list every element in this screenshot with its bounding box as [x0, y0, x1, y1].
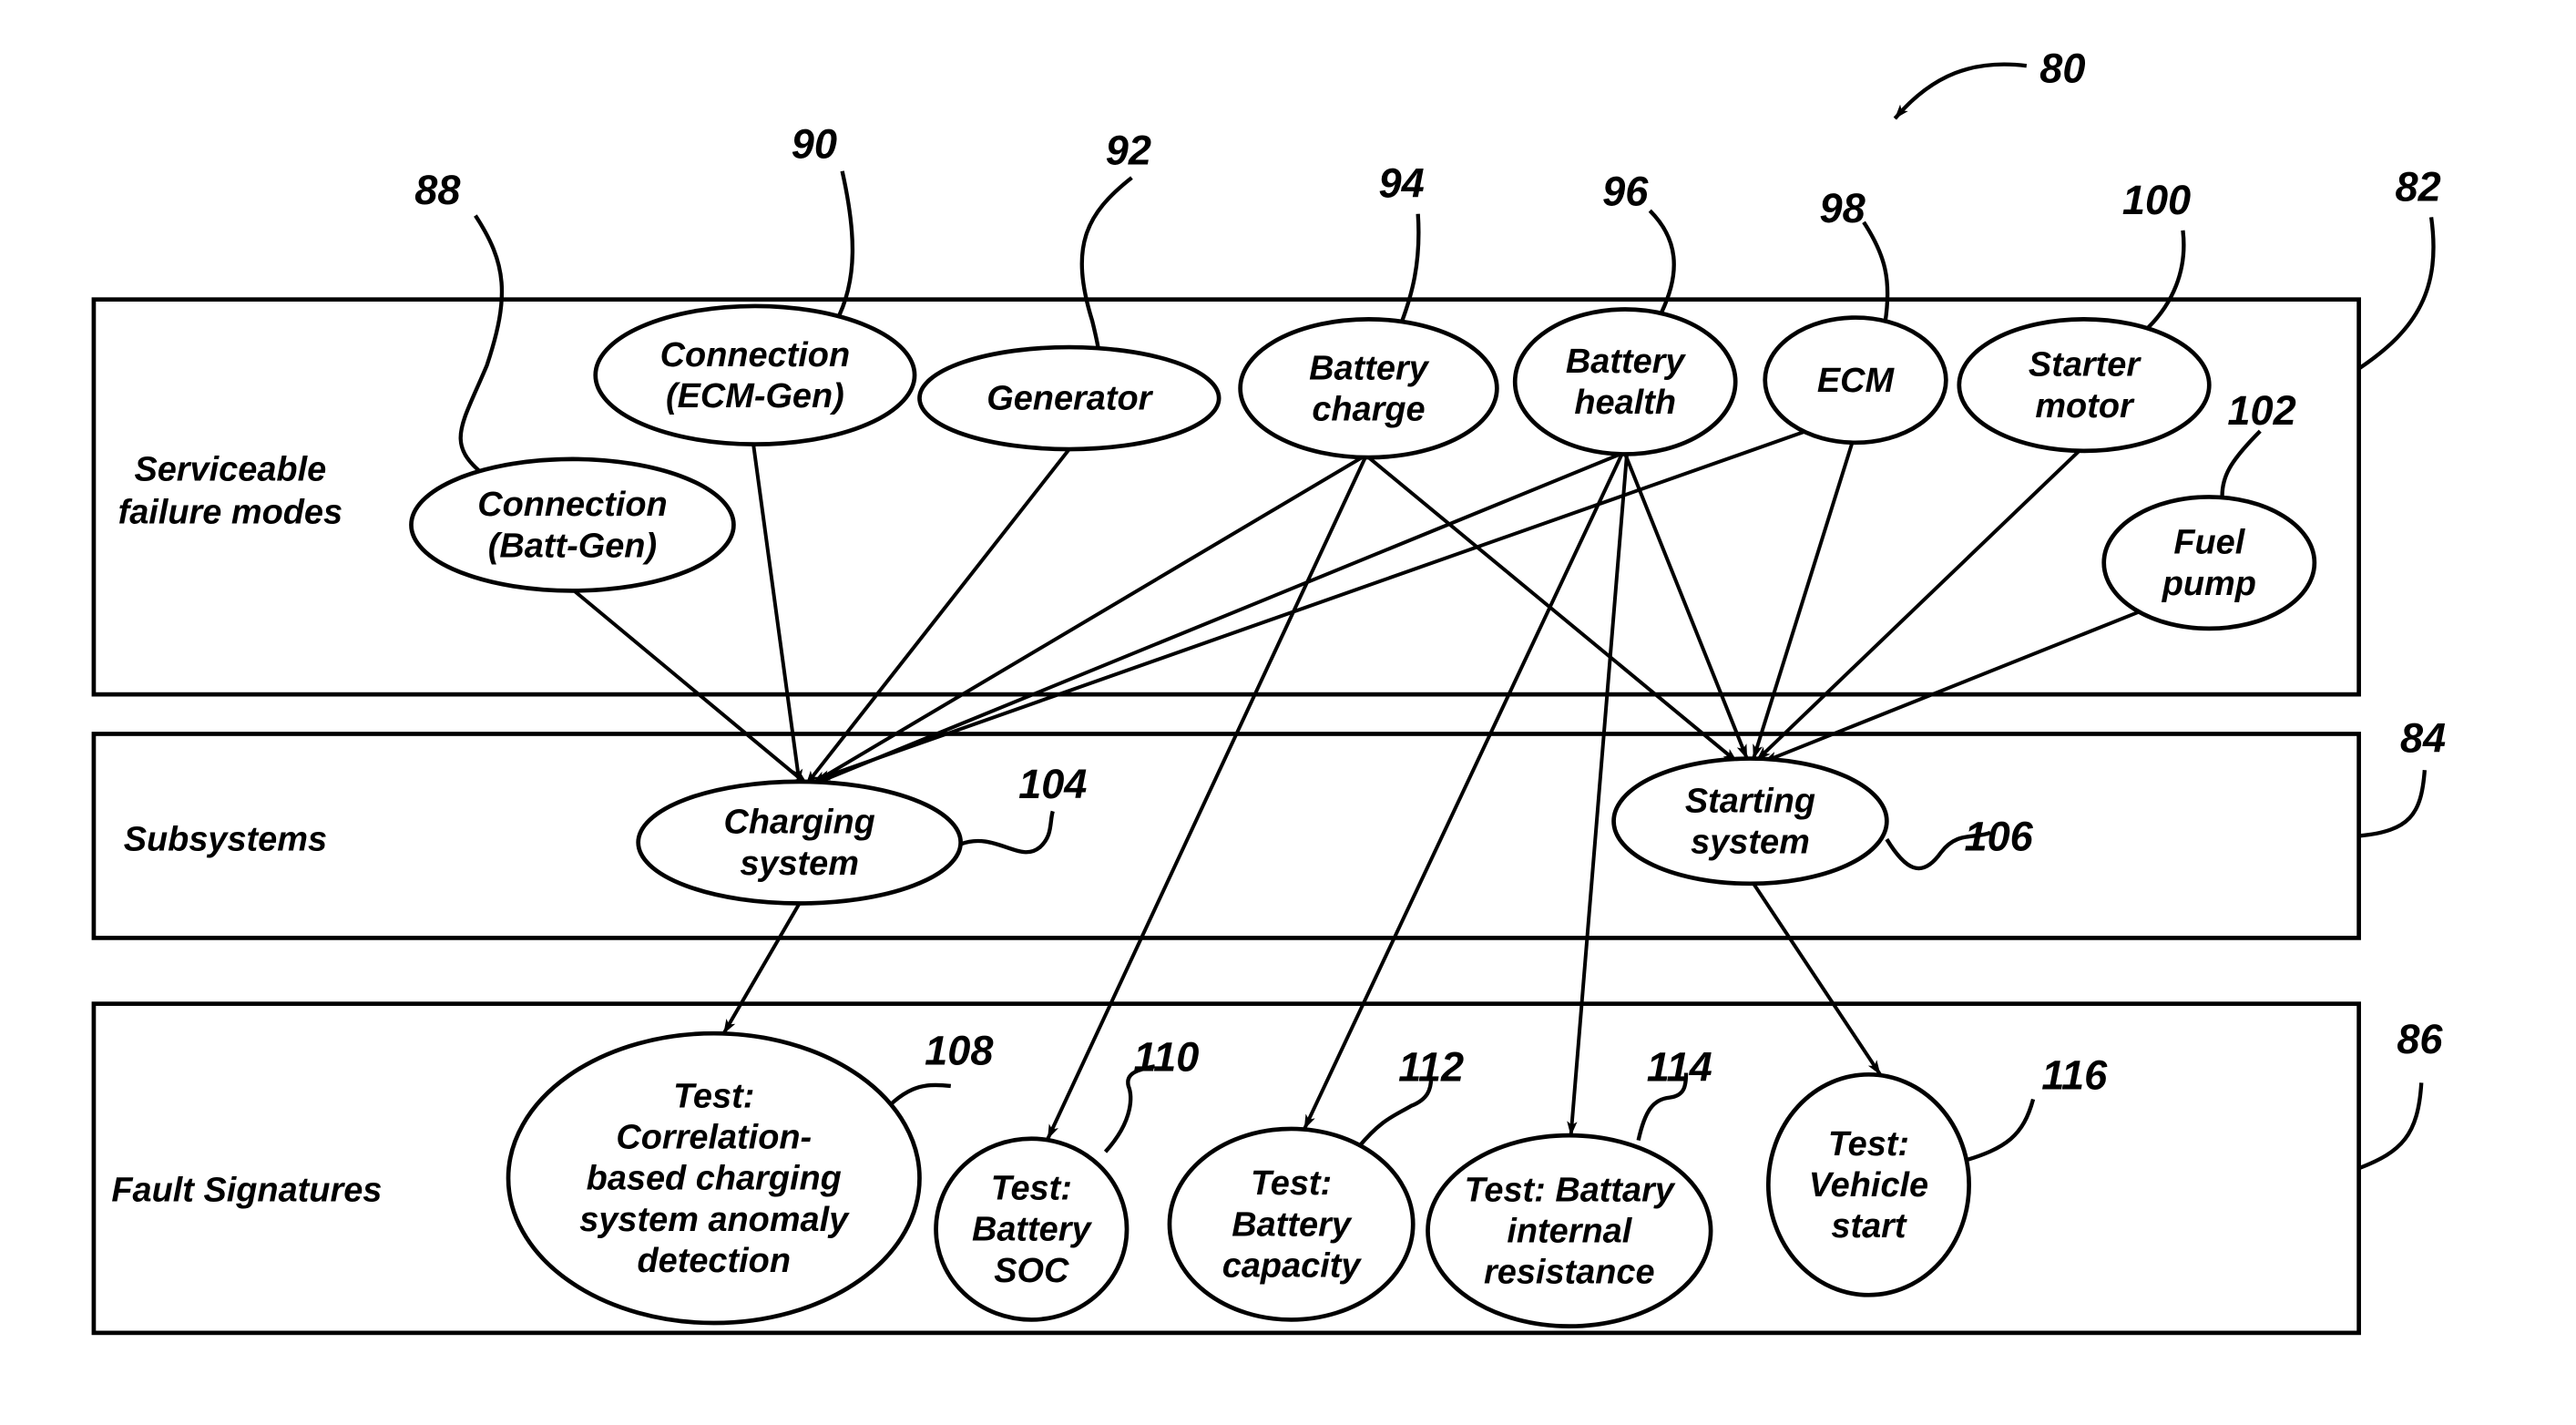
fault-diagnosis-diagram: 80 Serviceable failure modes 82 Subsystems 8… [91, 45, 2446, 1336]
node-ref-88: 88 [414, 167, 505, 479]
edge-battery-health-to-starting-system [1623, 453, 1749, 760]
layer-ref-leader [2358, 770, 2428, 838]
ref-number: 98 [1819, 185, 1866, 231]
ref-leader-line [2220, 429, 2262, 501]
ref-leader-line [1862, 220, 1890, 323]
ref-leader-line [959, 810, 1055, 855]
ref-leader-line [2146, 230, 2186, 329]
node-ref-100: 100 [2122, 177, 2191, 329]
node-ref-110: 110 [1103, 1034, 1199, 1153]
layer-label: Serviceable failure modes [118, 450, 342, 531]
ref-leader-line [1399, 213, 1421, 323]
node-ref-114: 114 [1636, 1044, 1712, 1142]
edge-ecm-to-starting-system [1752, 442, 1855, 760]
figure-ref-arrow [1893, 62, 2028, 120]
node-ellipse [593, 303, 917, 446]
ref-number: 92 [1106, 128, 1151, 174]
ref-number: 106 [1964, 814, 2033, 860]
edge-starting-system-to-test-vehicle-start [1752, 882, 1882, 1076]
node-ref-96: 96 [1602, 169, 1676, 314]
node-ellipse [1611, 756, 1889, 887]
node-battery-health: Battery health [1512, 307, 1738, 456]
node-test-resistance: Test: Battary internal resistance [1426, 1133, 1713, 1328]
layer-ref-number: 86 [2397, 1016, 2443, 1062]
layer-ref-leader [2357, 217, 2436, 371]
node-label: Generator [986, 380, 1153, 418]
node-test-vehicle-start: Test: Vehicle start [1765, 1071, 1971, 1297]
node-generator: Generator [917, 344, 1222, 452]
node-ellipse [636, 779, 963, 906]
ref-number: 100 [2122, 177, 2191, 223]
layer-subsystems: Subsystems 84 [91, 714, 2446, 940]
ref-number: 90 [792, 120, 837, 167]
edge-fuel-pump-to-starting-system [1763, 610, 2140, 764]
layer-label: Fault Signatures [111, 1171, 382, 1209]
ref-leader-line [458, 214, 505, 479]
edge-charging-system-to-test-correlation [721, 902, 802, 1035]
node-ellipse [1512, 307, 1738, 456]
node-starter-motor: Starter motor [1957, 317, 2212, 454]
edge-battery-health-to-test-resistance [1567, 454, 1629, 1136]
node-test-capacity: Test: Battery capacity [1167, 1126, 1416, 1322]
ref-number: 112 [1398, 1044, 1464, 1091]
node-ref-90: 90 [792, 120, 855, 324]
node-ellipse [2101, 495, 2317, 631]
node-ref-112: 112 [1356, 1044, 1464, 1149]
layer-ref-number: 84 [2400, 714, 2446, 761]
edge-battery-health-to-test-capacity [1303, 453, 1624, 1130]
node-fuel-pump: Fuel pump [2101, 495, 2317, 631]
node-conn-ecm-gen: Connection (ECM-Gen) [593, 303, 917, 446]
node-ref-102: 102 [2220, 387, 2296, 501]
ref-number: 116 [2041, 1052, 2108, 1099]
node-ellipse [409, 456, 736, 593]
node-test-correlation: Test: Correlation-based charging system an… [506, 1030, 922, 1326]
edge-conn-batt-gen-to-charging-system [572, 589, 809, 786]
ref-number: 96 [1602, 169, 1649, 215]
node-test-soc: Test: Battery SOC [934, 1136, 1130, 1322]
layer-label: Subsystems [124, 821, 327, 859]
ref-number: 94 [1379, 160, 1425, 207]
layer-ref-number: 82 [2396, 163, 2441, 210]
edge-battery-charge-to-test-soc [1046, 456, 1367, 1140]
node-ref-106: 106 [1885, 814, 2034, 871]
ref-number: 104 [1018, 761, 1087, 807]
ref-number: 108 [925, 1027, 994, 1073]
node-ellipse [1957, 317, 2212, 454]
edge-battery-charge-to-starting-system [1367, 456, 1739, 764]
ref-number: 88 [414, 167, 461, 213]
layer-ref-leader [2357, 1082, 2424, 1171]
node-ecm: ECM [1763, 315, 1948, 446]
edge-starter-motor-to-starting-system [1755, 449, 2081, 762]
edge-ecm-to-charging-system [814, 429, 1807, 782]
ref-number: 114 [1647, 1044, 1712, 1091]
node-ellipse [1238, 317, 1499, 460]
ref-leader-line [1960, 1098, 2036, 1164]
figure-reference: 80 [1893, 45, 2085, 120]
node-battery-charge: Battery charge [1238, 317, 1499, 460]
node-ref-92: 92 [1079, 128, 1151, 380]
node-charging-system: Charging system [636, 779, 963, 906]
node-starting-system: Starting system [1611, 756, 1889, 887]
node-ref-98: 98 [1819, 185, 1890, 323]
node-ref-104: 104 [959, 761, 1087, 855]
ref-number: 102 [2227, 387, 2295, 434]
ref-number: 110 [1133, 1034, 1199, 1081]
figure-ref-label: 80 [2039, 45, 2085, 91]
node-conn-batt-gen: Connection (Batt-Gen) [409, 456, 736, 593]
node-label: ECM [1817, 362, 1896, 400]
node-ref-116: 116 [1960, 1052, 2108, 1164]
